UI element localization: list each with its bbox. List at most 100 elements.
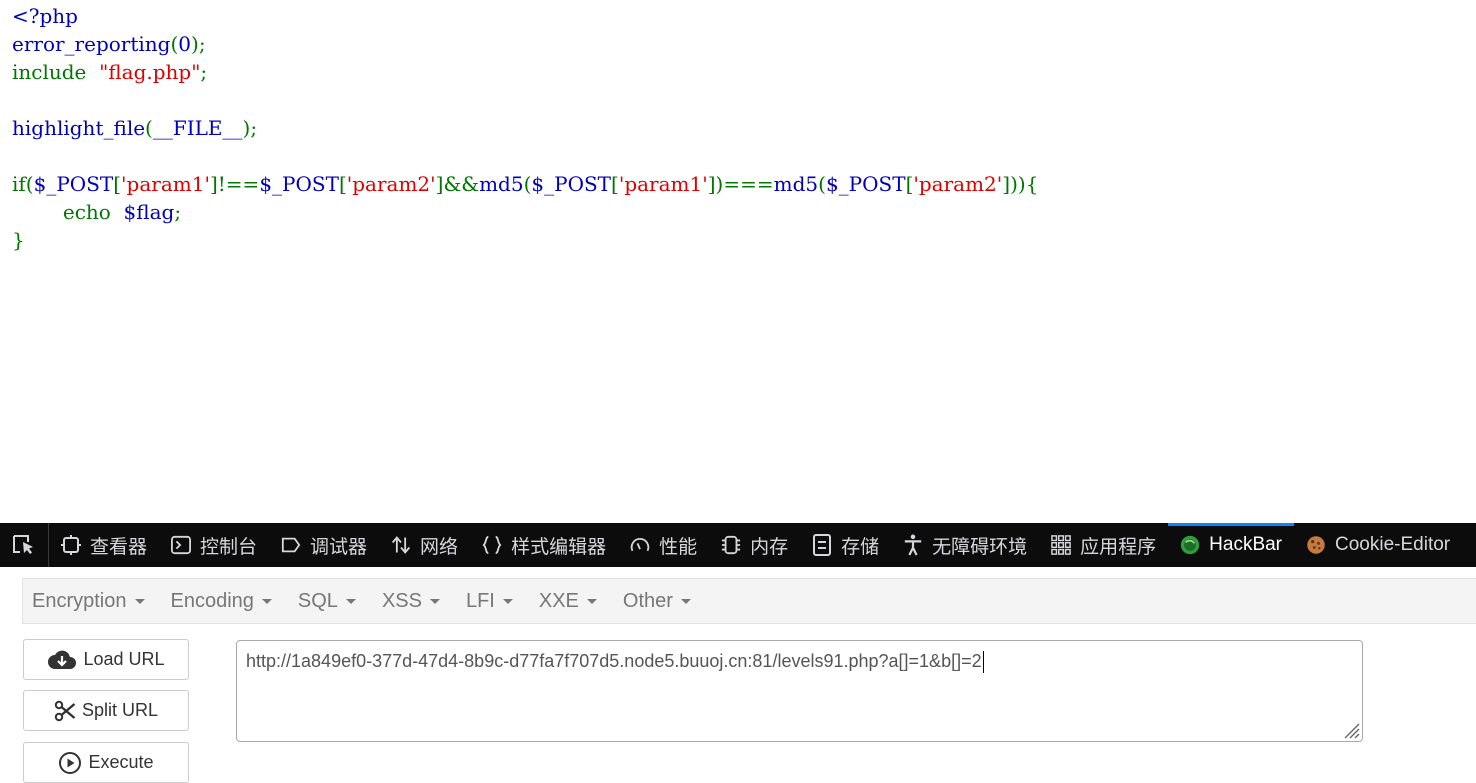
menu-xss[interactable]: XSS [373,590,449,613]
element-picker-icon [13,535,33,554]
devtools-tab-accessibility[interactable]: 无障碍环境 [891,523,1039,567]
cloud-download-icon [47,649,77,671]
code-token: ]&& [435,172,480,196]
accessibility-icon [903,534,923,556]
code-token: 'param1' [121,172,210,196]
code-token: $_POST [33,172,114,196]
devtools-tab-style-editor[interactable]: 样式编辑器 [470,523,618,567]
code-token: 'param1' [618,172,708,196]
code-token: $flag [123,200,175,224]
caret-down-icon [429,598,440,604]
split-url-button[interactable]: Split URL [23,690,189,731]
hackbar-menu: Encryption Encoding SQL XSS LFI XXE Other [22,578,1476,624]
load-url-label: Load URL [83,649,165,669]
code-token: ; [200,60,208,84]
text-caret [982,651,984,674]
code-token: md5 [773,172,819,196]
code-line: echo $flag; [12,198,1038,226]
code-line: include "flag.php"; [12,58,1038,86]
devtools-tab-storage[interactable]: 存储 [800,523,891,567]
devtools-tab-memory[interactable]: 内存 [709,523,800,567]
load-url-button[interactable]: Load URL [23,639,189,680]
resize-handle-icon[interactable] [1342,721,1360,739]
devtools-toolbar: 查看器 控制台 调试器 网络 样式编辑器 性能 内存 存储 无障碍环境 应用程序 HackBar Co… [0,523,1476,567]
menu-label: Encryption [32,589,127,612]
storage-icon [812,534,832,556]
console-icon [171,535,192,555]
menu-sql[interactable]: SQL [289,590,365,613]
devtools-tab-label: 查看器 [90,536,148,558]
devtools-tab-label: 控制台 [200,536,258,558]
code-token: ]!== [209,172,260,196]
caret-down-icon [502,598,513,604]
menu-label: Other [622,589,673,612]
code-token: ])){ [1002,172,1039,196]
application-icon [1051,535,1071,555]
devtools-tab-console[interactable]: 控制台 [159,523,269,567]
devtools-tab-label: 内存 [750,536,789,558]
caret-down-icon [586,598,597,604]
code-line: } [12,226,1038,254]
menu-other[interactable]: Other [614,590,700,613]
url-input[interactable]: http://1a849ef0-377d-47d4-8b9c-d77fa7f70… [236,640,1363,742]
code-token: 'param2' [346,172,436,196]
tab-cookie-editor[interactable]: Cookie-Editor [1294,523,1462,567]
php-source-code: <?php error_reporting(0); include "flag.ph… [12,2,1038,254]
menu-label: XSS [381,589,422,612]
devtools-tab-inspector[interactable]: 查看器 [49,523,159,567]
code-token: error_reporting [12,32,171,56]
devtools-tab-label: 网络 [420,536,459,558]
devtools-tab-label: Cookie-Editor [1335,534,1451,555]
menu-label: SQL [297,589,338,612]
code-token: highlight_file [12,116,146,140]
execute-label: Execute [88,752,154,772]
code-token: ( [145,116,153,140]
code-token: <?php [12,4,78,28]
menu-lfi[interactable]: LFI [457,590,522,613]
play-circle-icon [58,751,82,775]
caret-down-icon [680,598,691,604]
code-token: md5 [479,172,524,196]
devtools-tab-label: 存储 [841,536,880,558]
code-token: 0 [178,32,192,56]
code-line: error_reporting(0); [12,30,1038,58]
devtools-tab-performance[interactable]: 性能 [618,523,709,567]
scissors-icon [54,700,76,722]
menu-label: XXE [538,589,579,612]
devtools-tab-network[interactable]: 网络 [379,523,470,567]
code-token: $_POST [531,172,612,196]
devtools-tab-label: 调试器 [310,536,368,558]
devtools-tab-application[interactable]: 应用程序 [1039,523,1168,567]
code-token: 'param2' [913,172,1003,196]
devtools-tab-debugger[interactable]: 调试器 [269,523,379,567]
code-token: if( [12,172,34,196]
caret-down-icon [261,598,272,604]
code-token: __FILE__ [152,116,243,140]
code-token: ])=== [707,172,774,196]
caret-down-icon [134,598,145,604]
url-value: http://1a849ef0-377d-47d4-8b9c-d77fa7f70… [246,651,982,671]
devtools-tab-label: 性能 [659,536,698,558]
code-token: $_POST [259,172,339,196]
code-line: <?php [12,2,1038,30]
menu-xxe[interactable]: XXE [530,590,606,613]
code-token: "flag.php" [99,60,201,84]
hackbar-icon [1180,535,1200,555]
menu-encoding[interactable]: Encoding [162,590,281,613]
memory-icon [721,535,741,555]
code-line: highlight_file(__FILE__); [12,114,1038,142]
devtools-tab-label: 无障碍环境 [932,536,1028,558]
code-token: ; [174,200,182,224]
menu-encryption[interactable]: Encryption [23,590,154,613]
code-token: [ [611,172,619,196]
network-icon [391,535,411,555]
performance-icon [630,535,650,555]
code-token: ( [818,172,826,196]
tab-hackbar[interactable]: HackBar [1168,523,1294,567]
code-token: ); [242,116,258,140]
menu-label: Encoding [170,589,254,612]
execute-button[interactable]: Execute [23,742,189,783]
devtools-tab-label: HackBar [1209,534,1283,555]
element-picker-button[interactable] [0,523,49,567]
